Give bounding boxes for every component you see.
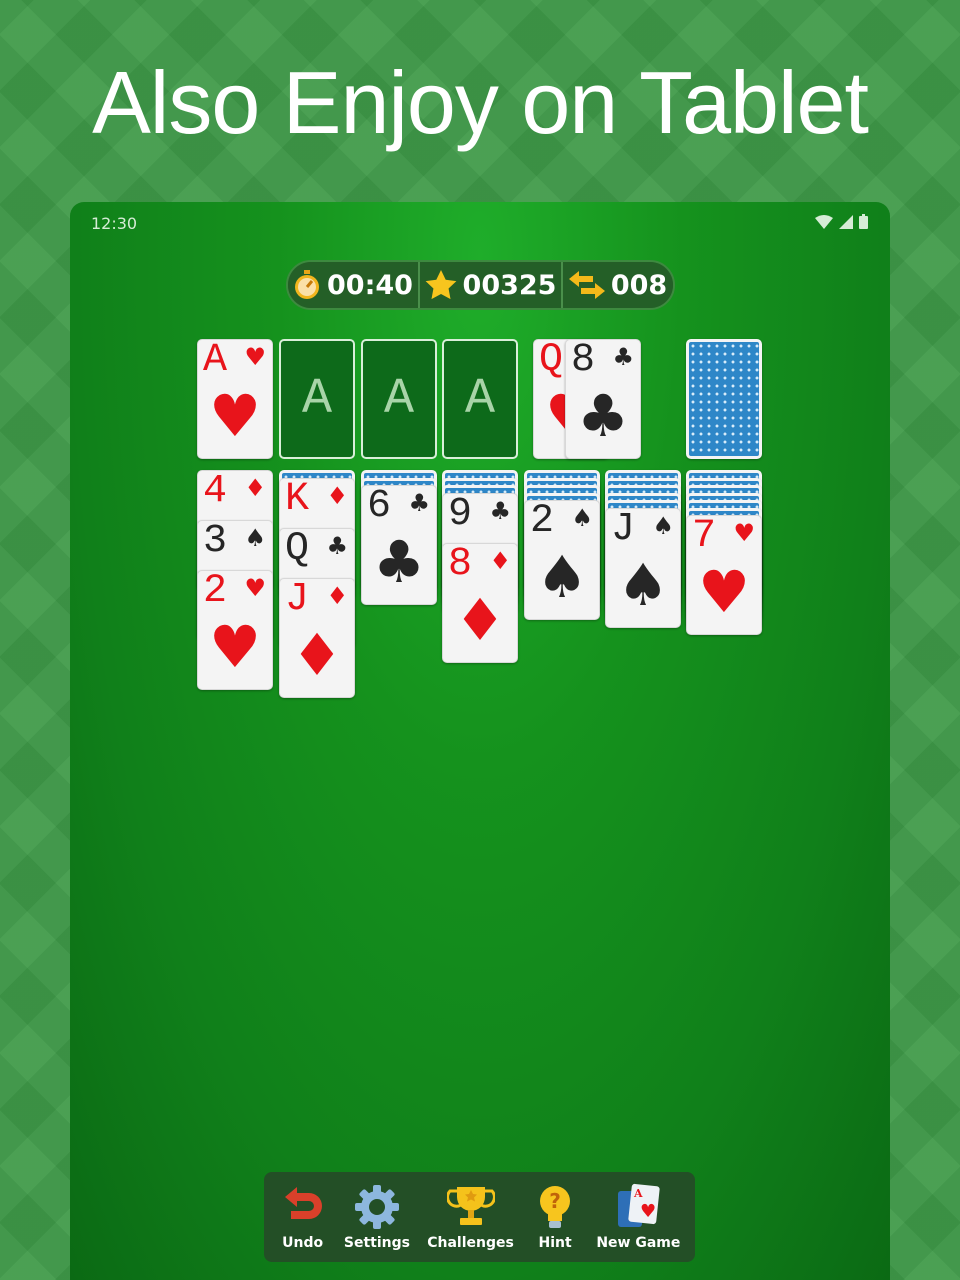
card-rank: 6: [367, 485, 392, 529]
hint-label: Hint: [538, 1235, 572, 1251]
svg-text:♥: ♥: [640, 1201, 656, 1222]
new-game-button[interactable]: A ♥ New Game: [596, 1183, 680, 1251]
card-rank: 7: [692, 515, 717, 559]
card-suit-large: ♥: [209, 382, 261, 450]
moves: 008: [563, 262, 673, 308]
card-rank: A: [203, 339, 228, 383]
card-suit-small: ♣: [326, 531, 348, 560]
svg-text:A: A: [633, 1187, 643, 1200]
svg-text:?: ?: [549, 1189, 561, 1213]
timer: 00:40: [288, 262, 420, 308]
trophy-icon: [446, 1187, 495, 1225]
card-rank: Q: [539, 339, 564, 383]
playing-card[interactable]: 7 ♥ ♥: [686, 515, 762, 635]
card-suit-large: ♣: [373, 528, 425, 596]
moves-value: 008: [610, 269, 668, 301]
status-icons: [815, 214, 868, 229]
card-rank: J: [611, 507, 636, 552]
playing-card[interactable]: 8 ♦ ♦: [442, 542, 518, 663]
card-rank: 9: [448, 492, 473, 537]
headline: Also Enjoy on Tablet: [92, 53, 869, 152]
card-suit-small: ♥: [244, 343, 266, 371]
card-rank: 2: [530, 500, 555, 544]
status-time: 12:30: [91, 214, 138, 233]
card-rank: K: [285, 477, 310, 522]
undo-button[interactable]: Undo: [279, 1183, 327, 1251]
stats-bar: 00:40 00325 008: [286, 260, 675, 310]
signal-icon: [839, 214, 853, 229]
foundation-placeholder: A: [383, 370, 414, 428]
card-suit-small: ♦: [489, 546, 511, 575]
foundation-placeholder: A: [464, 370, 495, 428]
stopwatch-icon: [295, 270, 320, 299]
card-rank: 4: [203, 470, 228, 514]
playing-card[interactable]: 8 ♣ ♣: [565, 339, 641, 459]
bottom-toolbar: Undo Settings Challenges ? Hint A ♥ New G…: [264, 1172, 695, 1262]
card-suit-small: ♠: [652, 511, 674, 540]
playing-card[interactable]: 6 ♣ ♣: [361, 485, 437, 605]
card-rank: 8: [571, 339, 596, 383]
playing-card[interactable]: J ♠ ♠: [605, 507, 681, 628]
hint-button[interactable]: ? Hint: [531, 1183, 579, 1251]
card-suit-large: ♣: [577, 382, 629, 450]
settings-label: Settings: [343, 1235, 410, 1251]
battery-icon: [859, 214, 868, 229]
face-down-card[interactable]: [686, 339, 762, 459]
playing-card[interactable]: 2 ♥ ♥: [197, 570, 273, 690]
card-suit-small: ♠: [244, 524, 266, 552]
card-suit-small: ♣: [408, 489, 430, 517]
foundation-slot-empty[interactable]: A: [442, 339, 518, 459]
card-suit-small: ♦: [244, 474, 266, 502]
card-suit-small: ♣: [489, 496, 511, 525]
card-suit-large: ♠: [617, 550, 669, 619]
foundation-placeholder: A: [301, 370, 332, 428]
undo-icon: [284, 1187, 322, 1219]
card-suit-small: ♥: [244, 574, 266, 602]
tablet-screen: 12:30 00:40 00325 008 A♥♥AAAQ♥♥8♣♣4♦♦3♠♠…: [70, 202, 890, 1280]
lightbulb-icon: ?: [540, 1186, 571, 1228]
card-suit-large: ♥: [698, 558, 750, 626]
playing-card[interactable]: 2 ♠ ♠: [524, 500, 600, 620]
settings-button[interactable]: Settings: [344, 1183, 410, 1251]
card-suit-small: ♥: [733, 519, 755, 547]
card-suit-large: ♠: [536, 543, 588, 611]
foundation-slot-empty[interactable]: A: [279, 339, 355, 459]
card-suit-small: ♠: [571, 504, 593, 532]
score: 00325: [420, 262, 563, 308]
card-rank: J: [285, 577, 310, 622]
card-suit-small: ♦: [326, 581, 348, 610]
score-value: 00325: [462, 269, 557, 301]
card-rank: 8: [448, 542, 473, 587]
playing-card[interactable]: A ♥ ♥: [197, 339, 273, 459]
card-suit-small: ♣: [612, 343, 634, 371]
gear-icon: [354, 1185, 399, 1229]
card-rank: 2: [203, 570, 228, 614]
wifi-icon: [815, 214, 833, 229]
card-suit-large: ♦: [454, 585, 506, 654]
playing-card[interactable]: J ♦ ♦: [279, 577, 355, 698]
card-suit-small: ♦: [326, 481, 348, 510]
challenges-label: Challenges: [427, 1235, 514, 1251]
star-icon: [425, 270, 456, 300]
undo-label: Undo: [282, 1235, 324, 1251]
timer-value: 00:40: [327, 269, 413, 301]
foundation-slot-empty[interactable]: A: [361, 339, 437, 459]
moves-arrows-icon: [568, 271, 605, 299]
card-rank: Q: [285, 527, 310, 572]
card-suit-large: ♥: [209, 613, 261, 681]
new-game-label: New Game: [596, 1235, 681, 1251]
challenges-button[interactable]: Challenges: [427, 1183, 514, 1251]
card-suit-large: ♦: [291, 620, 343, 689]
card-rank: 3: [203, 520, 228, 564]
new-game-cards-icon: A♥: [618, 1183, 660, 1227]
